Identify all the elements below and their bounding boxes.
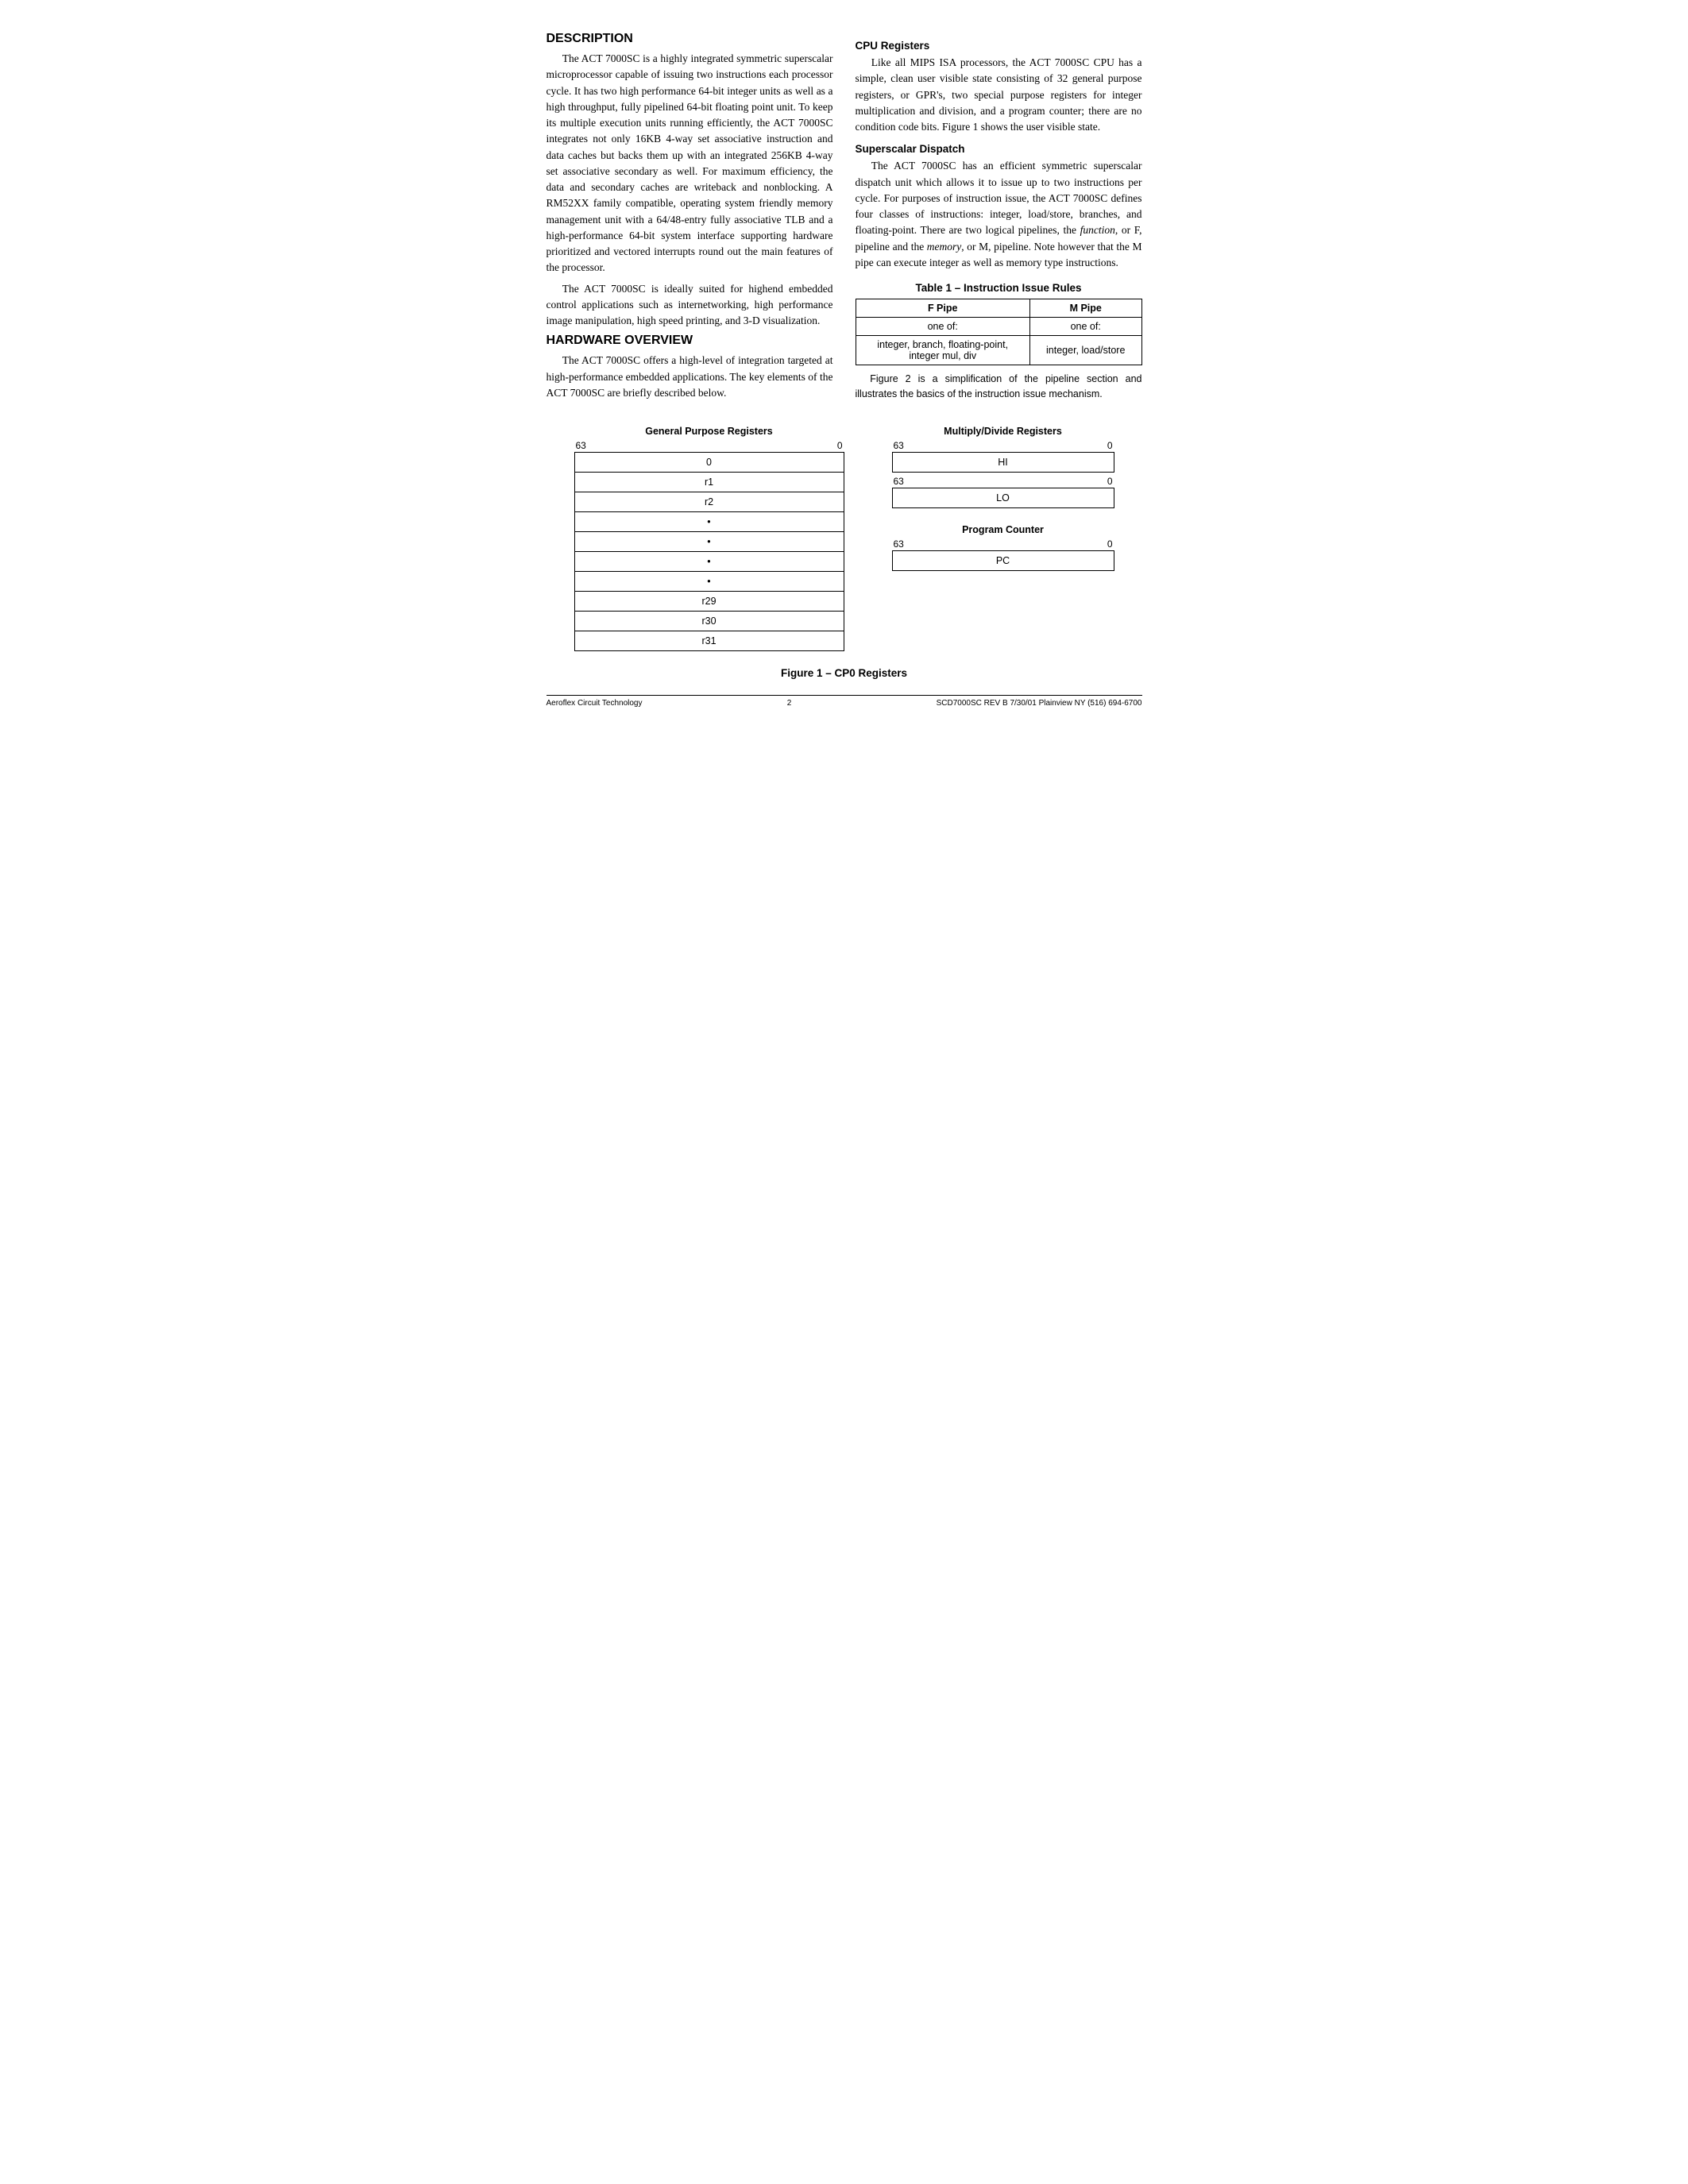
table-cell-r2c2: integer, load/store — [1029, 336, 1141, 365]
gpr-cell-r1: r1 — [574, 472, 844, 492]
footer-left: Aeroflex Circuit Technology — [547, 699, 643, 708]
gpr-cell-dot3: • — [574, 551, 844, 571]
lo-bit-right: 0 — [1107, 476, 1113, 487]
table-note: Figure 2 is a simplification of the pipe… — [856, 372, 1142, 402]
lo-row: LO — [892, 488, 1114, 507]
gpr-row-dot1: • — [574, 511, 844, 531]
hi-bit-labels: 63 0 — [892, 440, 1114, 451]
cpu-registers-p: Like all MIPS ISA processors, the ACT 70… — [856, 55, 1142, 135]
lo-bit-left: 63 — [894, 476, 904, 487]
superscalar-heading: Superscalar Dispatch — [856, 143, 1142, 155]
figure-section: General Purpose Registers 63 0 0 r1 r2 •… — [547, 426, 1142, 651]
gpr-bit-left: 63 — [576, 440, 586, 451]
gpr-row-dot3: • — [574, 551, 844, 571]
footer-center: 2 — [787, 699, 792, 708]
gpr-row-0: 0 — [574, 452, 844, 472]
table-cell-r1c1: one of: — [856, 318, 1029, 336]
hi-bit-right: 0 — [1107, 440, 1113, 451]
pc-label: Program Counter — [892, 524, 1114, 535]
lo-cell: LO — [892, 488, 1114, 507]
gpr-table: 0 r1 r2 • • • • r29 r30 r31 — [574, 452, 844, 651]
gpr-row-r31: r31 — [574, 631, 844, 650]
gpr-cell-r30: r30 — [574, 611, 844, 631]
gpr-row-dot4: • — [574, 571, 844, 591]
hardware-heading: HARDWARE OVERVIEW — [547, 334, 833, 348]
gpr-cell-r2: r2 — [574, 492, 844, 511]
pc-section: Program Counter 63 0 PC — [892, 524, 1114, 571]
cpu-registers-heading: CPU Registers — [856, 40, 1142, 52]
gpr-cell-dot4: • — [574, 571, 844, 591]
table-row-1: one of: one of: — [856, 318, 1141, 336]
table-header-mpipe: M Pipe — [1029, 299, 1141, 318]
hi-row: HI — [892, 452, 1114, 472]
gpr-row-r1: r1 — [574, 472, 844, 492]
pc-row: PC — [892, 550, 1114, 570]
pc-bit-left: 63 — [894, 538, 904, 550]
right-column: CPU Registers Like all MIPS ISA processo… — [856, 32, 1142, 407]
gpr-section: General Purpose Registers 63 0 0 r1 r2 •… — [574, 426, 844, 651]
main-content: DESCRIPTION The ACT 7000SC is a highly i… — [547, 32, 1142, 407]
gpr-row-r29: r29 — [574, 591, 844, 611]
page: DESCRIPTION The ACT 7000SC is a highly i… — [547, 32, 1142, 708]
gpr-bit-right: 0 — [837, 440, 843, 451]
gpr-cell-dot2: • — [574, 531, 844, 551]
description-p1: The ACT 7000SC is a highly integrated sy… — [547, 51, 833, 276]
right-registers: Multiply/Divide Registers 63 0 HI 63 0 L — [892, 426, 1114, 585]
hi-bit-left: 63 — [894, 440, 904, 451]
hi-cell: HI — [892, 452, 1114, 472]
gpr-row-r30: r30 — [574, 611, 844, 631]
hi-table: HI — [892, 452, 1114, 473]
footer: Aeroflex Circuit Technology 2 SCD7000SC … — [547, 695, 1142, 708]
lo-table: LO — [892, 488, 1114, 508]
hardware-p1: The ACT 7000SC offers a high-level of in… — [547, 353, 833, 401]
gpr-cell-0: 0 — [574, 452, 844, 472]
lo-bit-labels: 63 0 — [892, 476, 1114, 487]
md-section: Multiply/Divide Registers 63 0 HI 63 0 L — [892, 426, 1114, 508]
pc-table: PC — [892, 550, 1114, 571]
gpr-bit-labels: 63 0 — [574, 440, 844, 451]
description-heading: DESCRIPTION — [547, 32, 833, 46]
gpr-cell-r29: r29 — [574, 591, 844, 611]
gpr-label: General Purpose Registers — [574, 426, 844, 437]
gpr-row-r2: r2 — [574, 492, 844, 511]
pc-bit-labels: 63 0 — [892, 538, 1114, 550]
table-cell-r2c1: integer, branch, floating-point,integer … — [856, 336, 1029, 365]
instruction-issue-table: F Pipe M Pipe one of: one of: integer, b… — [856, 299, 1142, 365]
pc-cell: PC — [892, 550, 1114, 570]
pc-bit-right: 0 — [1107, 538, 1113, 550]
gpr-row-dot2: • — [574, 531, 844, 551]
footer-right: SCD7000SC REV B 7/30/01 Plainview NY (51… — [937, 699, 1142, 708]
gpr-cell-dot1: • — [574, 511, 844, 531]
table-header-fpipe: F Pipe — [856, 299, 1029, 318]
table-row-2: integer, branch, floating-point,integer … — [856, 336, 1141, 365]
md-label: Multiply/Divide Registers — [892, 426, 1114, 437]
left-column: DESCRIPTION The ACT 7000SC is a highly i… — [547, 32, 833, 407]
superscalar-p: The ACT 7000SC has an efficient symmetri… — [856, 158, 1142, 271]
figure-caption: Figure 1 – CP0 Registers — [547, 667, 1142, 679]
table-cell-r1c2: one of: — [1029, 318, 1141, 336]
table-title: Table 1 – Instruction Issue Rules — [856, 282, 1142, 294]
gpr-cell-r31: r31 — [574, 631, 844, 650]
description-p2: The ACT 7000SC is ideally suited for hig… — [547, 281, 833, 330]
